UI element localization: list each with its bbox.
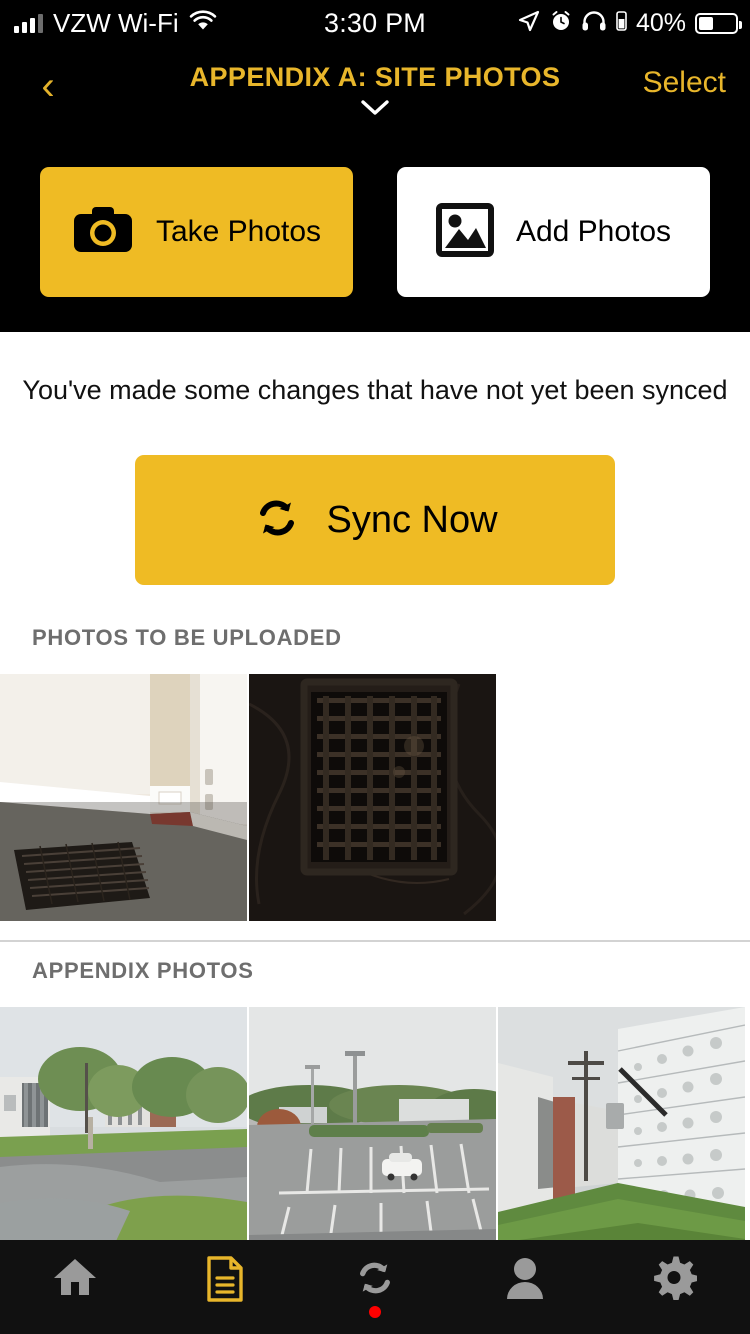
bottom-tab-bar [0, 1240, 750, 1334]
take-photos-button[interactable]: Take Photos [40, 167, 353, 297]
photo-row-appendix [0, 1007, 745, 1254]
section-divider [0, 940, 750, 942]
section-heading-appendix-photos: APPENDIX PHOTOS [32, 958, 254, 983]
tab-home[interactable] [0, 1240, 150, 1334]
select-button[interactable]: Select [643, 66, 726, 100]
take-photos-label: Take Photos [155, 215, 322, 248]
headphone-battery-icon [616, 10, 627, 37]
status-bar-right: 40% [517, 8, 742, 38]
tab-sync[interactable] [300, 1240, 450, 1334]
photo-thumbnail[interactable] [0, 1007, 247, 1254]
sync-message: You've made some changes that have not y… [22, 375, 728, 405]
sync-icon [252, 493, 302, 548]
photo-thumbnail[interactable] [498, 1007, 745, 1254]
tab-documents[interactable] [150, 1240, 300, 1334]
chevron-down-icon[interactable] [0, 98, 750, 121]
sync-now-label: Sync Now [326, 498, 498, 541]
tab-profile[interactable] [450, 1240, 600, 1334]
image-icon [435, 202, 494, 263]
sync-now-button[interactable]: Sync Now [135, 455, 615, 585]
battery-percent-label: 40% [635, 8, 686, 37]
page-title: APPENDIX A: SITE PHOTOS [189, 62, 561, 92]
gear-icon [653, 1256, 698, 1305]
photo-thumbnail[interactable] [249, 1007, 496, 1254]
tab-settings[interactable] [600, 1240, 750, 1334]
nav-header: ‹ APPENDIX A: SITE PHOTOS Select Take Ph… [0, 46, 750, 332]
add-photos-button[interactable]: Add Photos [397, 167, 710, 297]
alarm-clock-icon [550, 10, 572, 37]
section-heading-photos-to-be-uploaded: PHOTOS TO BE UPLOADED [32, 625, 342, 650]
headphones-icon [581, 10, 607, 37]
app-root: VZW Wi-Fi 3:30 PM 40% ‹ APPENDIX A: SITE… [0, 0, 750, 1334]
photo-actions: Take Photos Add Photos [0, 167, 750, 297]
photo-thumbnail[interactable] [0, 674, 247, 921]
camera-icon [72, 204, 134, 261]
battery-icon [695, 12, 742, 34]
sync-icon [352, 1256, 398, 1305]
sync-badge-dot [369, 1306, 381, 1318]
home-icon [52, 1256, 98, 1303]
photo-thumbnail[interactable] [249, 674, 496, 921]
location-arrow-icon [517, 9, 541, 38]
person-icon [506, 1256, 544, 1305]
status-bar: VZW Wi-Fi 3:30 PM 40% [0, 0, 750, 46]
add-photos-label: Add Photos [515, 215, 672, 248]
photo-row-uploaded [0, 674, 496, 921]
document-icon [205, 1256, 245, 1307]
